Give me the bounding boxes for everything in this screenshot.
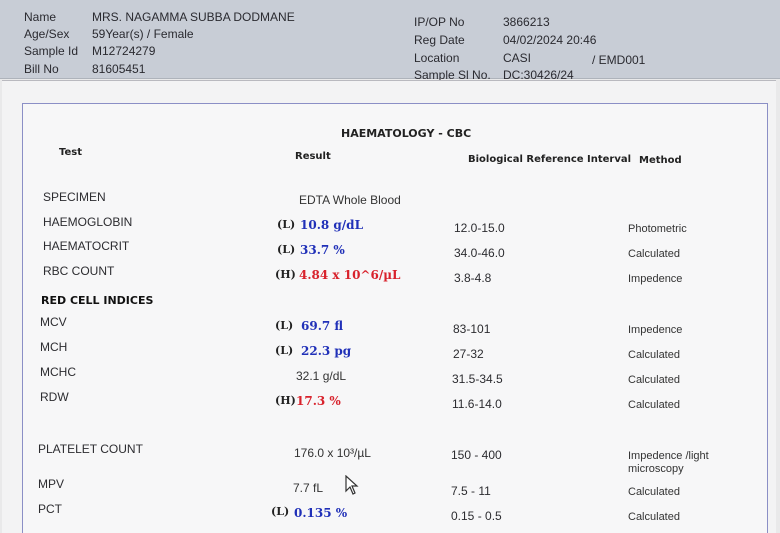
ipop-label: IP/OP No: [414, 15, 465, 29]
location: CASI: [503, 51, 532, 65]
row-pct-flag: (L): [271, 505, 290, 518]
row-mpv-method: Calculated: [628, 486, 680, 498]
row-mch-method: Calculated: [628, 349, 680, 361]
row-haemoglobin-result: 10.8 g/dL: [300, 218, 364, 232]
location-label: Location: [414, 51, 460, 65]
row-rdw-flag: (H): [275, 394, 296, 407]
row-rdw-test: RDW: [40, 390, 69, 404]
section-red-cell-indices: RED CELL INDICES: [41, 294, 154, 307]
row-rbc-method: Impedence: [628, 273, 683, 285]
row-platelet-result: 176.0 x 10³/µL: [294, 446, 371, 460]
location-code: / EMD001: [592, 53, 646, 67]
column-result: Result: [295, 151, 331, 162]
row-pct-test: PCT: [38, 502, 62, 516]
name-label: Name: [24, 10, 57, 24]
row-pct-result: 0.135 %: [294, 506, 348, 520]
row-platelet-test: PLATELET COUNT: [38, 442, 143, 456]
row-rdw-method: Calculated: [628, 399, 680, 411]
column-test: Test: [59, 147, 83, 158]
row-haematocrit-test: HAEMATOCRIT: [43, 239, 130, 253]
row-mpv-result: 7.7 fL: [293, 481, 324, 495]
row-haematocrit-ref: 34.0-46.0: [454, 246, 505, 260]
row-haematocrit-result: 33.7 %: [300, 243, 345, 257]
column-reference: Biological Reference Interval: [468, 154, 632, 165]
age-label: Age/Sex: [24, 27, 70, 41]
row-specimen-test: SPECIMEN: [43, 190, 106, 204]
row-rbc-result: 4.84 x 10^6/µL: [299, 268, 401, 282]
row-mchc-result: 32.1 g/dL: [296, 369, 347, 383]
row-pct-method: Calculated: [628, 511, 680, 523]
row-haemoglobin-flag: (L): [277, 218, 296, 231]
report-title: HAEMATOLOGY - CBC: [341, 127, 472, 140]
row-rbc-flag: (H): [275, 268, 296, 281]
row-mcv-ref: 83-101: [453, 322, 491, 336]
row-rdw-result: 17.3 %: [296, 394, 341, 408]
row-rbc-ref: 3.8-4.8: [454, 271, 492, 285]
row-mch-flag: (L): [275, 344, 294, 357]
row-mpv-test: MPV: [38, 477, 65, 491]
row-platelet-method: Impedence /light: [628, 450, 709, 462]
row-mch-result: 22.3 pg: [301, 344, 352, 358]
row-mchc-ref: 31.5-34.5: [452, 372, 503, 386]
row-haemoglobin-test: HAEMOGLOBIN: [43, 215, 133, 229]
row-mcv-test: MCV: [40, 315, 67, 329]
row-mcv-method: Impedence: [628, 324, 683, 336]
patient-name: MRS. NAGAMMA SUBBA DODMANE: [92, 10, 295, 24]
row-specimen-result: EDTA Whole Blood: [299, 193, 401, 207]
patient-age-sex: 59Year(s) / Female: [92, 27, 194, 41]
row-pct-ref: 0.15 - 0.5: [451, 509, 502, 523]
row-mch-ref: 27-32: [453, 347, 484, 361]
column-method: Method: [639, 155, 682, 166]
row-haemoglobin-method: Photometric: [628, 223, 687, 235]
row-haemoglobin-ref: 12.0-15.0: [454, 221, 505, 235]
ipop-no: 3866213: [503, 15, 550, 29]
row-mchc-test: MCHC: [40, 365, 76, 379]
bill-no: 81605451: [92, 62, 146, 76]
row-mcv-result: 69.7 fl: [301, 319, 344, 333]
row-platelet-ref: 150 - 400: [451, 448, 502, 462]
row-rdw-ref: 11.6-14.0: [452, 397, 502, 411]
patient-header: Name MRS. NAGAMMA SUBBA DODMANE Age/Sex …: [0, 0, 780, 82]
sample-id: M12724279: [92, 44, 156, 58]
row-haematocrit-method: Calculated: [628, 248, 680, 260]
reg-date-label: Reg Date: [414, 33, 465, 47]
report-sheet: HAEMATOLOGY - CBC Test Result Biological…: [22, 103, 768, 533]
mouse-pointer-icon: [345, 475, 359, 495]
row-haematocrit-flag: (L): [277, 243, 296, 256]
bill-no-label: Bill No: [24, 62, 59, 76]
row-mchc-method: Calculated: [628, 374, 680, 386]
reg-date: 04/02/2024 20:46: [503, 33, 597, 47]
row-mch-test: MCH: [40, 340, 68, 354]
row-mpv-ref: 7.5 - 11: [451, 484, 491, 498]
row-rbc-test: RBC COUNT: [43, 264, 115, 278]
sample-id-label: Sample Id: [24, 44, 79, 58]
row-mcv-flag: (L): [275, 319, 294, 332]
row-platelet-method-line2: microscopy: [628, 463, 684, 475]
